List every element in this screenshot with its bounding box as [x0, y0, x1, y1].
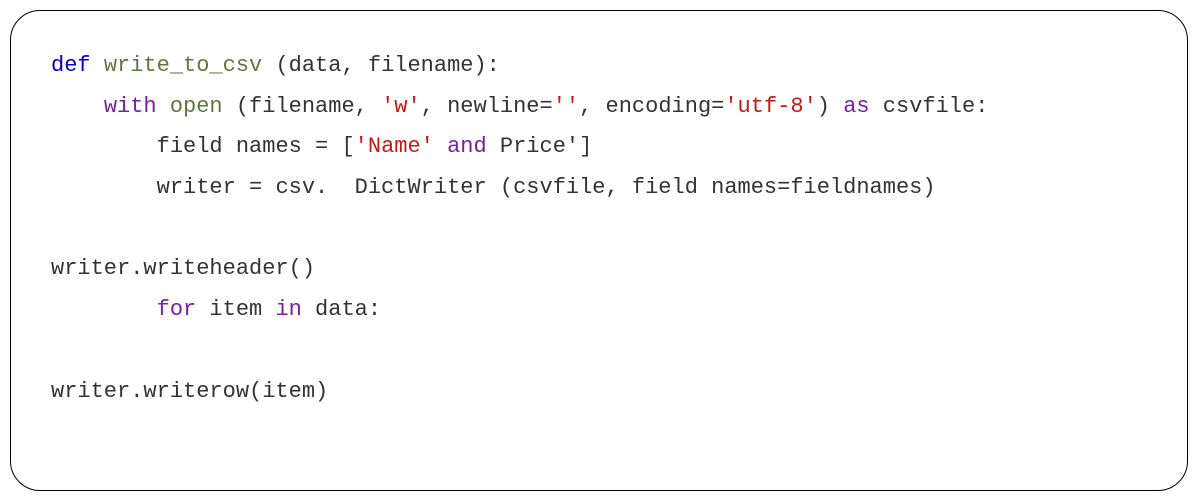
code-token — [434, 134, 447, 159]
code-block: def write_to_csv (data, filename): with … — [10, 10, 1188, 491]
code-line: with open (filename, 'w', newline='', en… — [51, 87, 1147, 128]
code-line — [51, 209, 1147, 250]
code-content: def write_to_csv (data, filename): with … — [51, 46, 1147, 412]
code-line — [51, 331, 1147, 372]
code-line: writer = csv. DictWriter (csvfile, field… — [51, 168, 1147, 209]
code-token: in — [275, 297, 301, 322]
code-token — [157, 94, 170, 119]
code-token: , encoding= — [579, 94, 724, 119]
code-token: (filename, — [223, 94, 381, 119]
code-token: def — [51, 53, 91, 78]
code-token: writer = csv. DictWriter (csvfile, field… — [157, 175, 936, 200]
code-line: def write_to_csv (data, filename): — [51, 46, 1147, 87]
code-token: for — [157, 297, 197, 322]
code-token: item — [196, 297, 275, 322]
code-line: for item in data: — [51, 290, 1147, 331]
code-token: and — [447, 134, 487, 159]
code-token: data: — [302, 297, 381, 322]
code-token: write_to_csv — [104, 53, 262, 78]
code-token: '' — [553, 94, 579, 119]
code-token: with — [104, 94, 157, 119]
code-token: 'w' — [381, 94, 421, 119]
code-token: as — [843, 94, 869, 119]
code-token: 'Name' — [355, 134, 434, 159]
code-token: csvfile: — [870, 94, 989, 119]
code-token: ) — [817, 94, 843, 119]
code-token: writer.writerow(item) — [51, 379, 328, 404]
code-line: writer.writerow(item) — [51, 372, 1147, 413]
code-token: 'utf-8' — [724, 94, 816, 119]
code-token — [91, 53, 104, 78]
code-line: field names = ['Name' and Price'] — [51, 127, 1147, 168]
code-token: , newline= — [421, 94, 553, 119]
code-token: field names = [ — [157, 134, 355, 159]
code-token: writer.writeheader() — [51, 256, 315, 281]
code-line: writer.writeheader() — [51, 249, 1147, 290]
code-token: open — [170, 94, 223, 119]
code-token: Price'] — [487, 134, 593, 159]
code-token: (data, filename): — [262, 53, 500, 78]
